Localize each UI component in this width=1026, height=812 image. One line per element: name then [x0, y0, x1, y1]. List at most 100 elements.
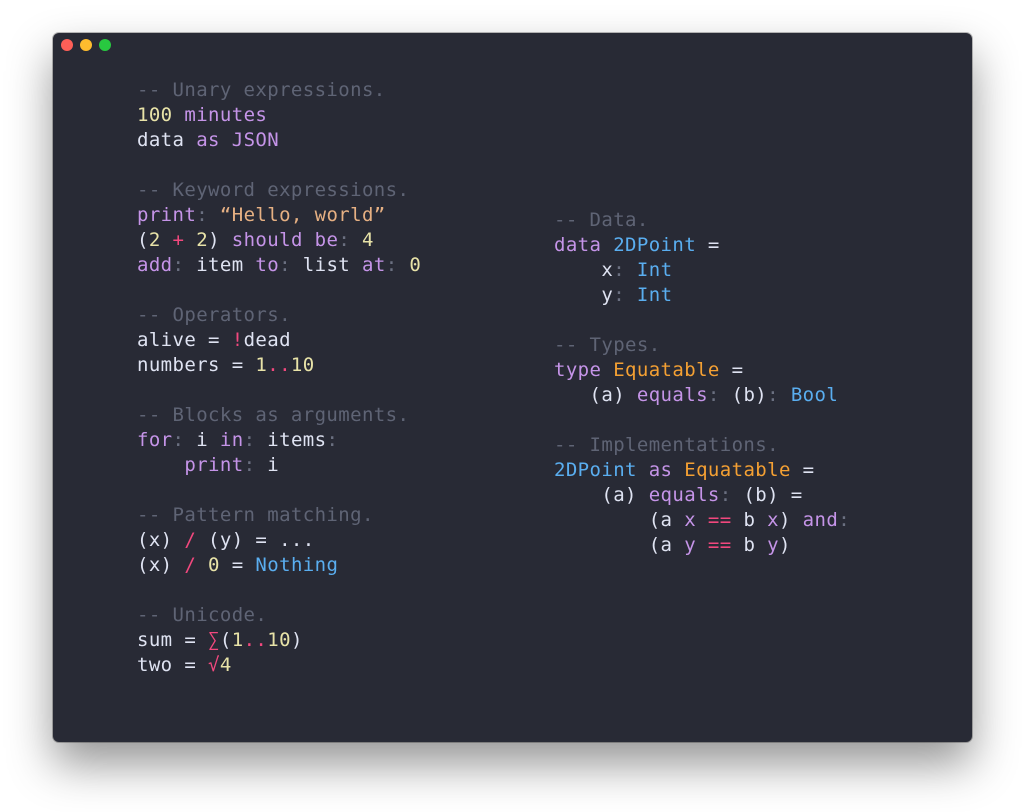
- code-line: (a) equals: (b): Bool: [554, 383, 850, 408]
- code-token-plain: x: [554, 259, 614, 281]
- code-token-type: Bool: [790, 384, 839, 406]
- code-token-plain: (b): [719, 384, 768, 406]
- code-token-keyword: add: [137, 254, 173, 276]
- code-token-comment: -- Implementations.: [554, 434, 779, 456]
- code-token-typedef: Equatable: [684, 459, 791, 481]
- code-token-plain: items: [255, 429, 327, 451]
- code-token-operator: +: [172, 229, 185, 251]
- code-line: -- Types.: [554, 333, 850, 358]
- code-token-operator: ..: [267, 354, 291, 376]
- code-token-plain: (: [137, 229, 149, 251]
- code-token-plain: dead: [243, 329, 291, 351]
- code-token-type: 2DPoint: [613, 234, 697, 256]
- code-token-comment: -- Unicode.: [137, 604, 268, 626]
- code-token-plain: (x): [137, 529, 185, 551]
- code-line: for: i in: items:: [137, 428, 421, 453]
- close-window-button[interactable]: [61, 39, 73, 51]
- code-token-keyword: and: [802, 509, 839, 531]
- code-token-comment: -- Operators.: [137, 304, 291, 326]
- code-line: alive = !dead: [137, 328, 421, 353]
- minimize-window-button[interactable]: [80, 39, 92, 51]
- code-line: (a y == b y): [554, 533, 850, 558]
- code-token-keyword: equals: [648, 484, 720, 506]
- code-line: -- Data.: [554, 208, 850, 233]
- code-line: (x) / (y) = ...: [137, 528, 421, 553]
- code-token-colon: :: [707, 384, 720, 406]
- code-token-colon: :: [172, 254, 185, 276]
- code-token-plain: (a: [554, 534, 685, 556]
- code-line: two = √4: [137, 653, 421, 678]
- code-token-keyword: should be: [231, 229, 339, 251]
- code-line: -- Unicode.: [137, 603, 421, 628]
- code-token-colon: :: [196, 204, 209, 226]
- code-token-keyword: x: [684, 509, 697, 531]
- code-line: 2DPoint as Equatable =: [554, 458, 850, 483]
- code-token-keyword: in: [219, 429, 244, 451]
- code-token-colon: :: [613, 284, 626, 306]
- code-line: -- Pattern matching.: [137, 503, 421, 528]
- code-left-column: -- Unary expressions. 100 minutes data as …: [137, 78, 421, 678]
- code-token-comment: -- Keyword expressions.: [137, 179, 410, 201]
- code-token-plain: =: [790, 459, 815, 481]
- zoom-window-button[interactable]: [99, 39, 111, 51]
- code-token-comment: -- Blocks as arguments.: [137, 404, 410, 426]
- code-token-plain: (: [219, 629, 232, 651]
- code-line: sum = ∑(1..10): [137, 628, 421, 653]
- code-token-comment: -- Unary expressions.: [137, 79, 386, 101]
- code-token-number: 2: [196, 229, 209, 251]
- code-token-string: “Hello, world”: [219, 204, 386, 226]
- code-line: 100 minutes: [137, 103, 421, 128]
- code-line: type Equatable =: [554, 358, 850, 383]
- code-token-number: 4: [219, 654, 232, 676]
- code-token-type: Int: [636, 259, 673, 281]
- code-line: data as JSON: [137, 128, 421, 153]
- code-token-operator: /: [184, 529, 197, 551]
- code-line: (x) / 0 = Nothing: [137, 553, 421, 578]
- code-line: add: item to: list at: 0: [137, 253, 421, 278]
- code-token-plain: (x): [137, 554, 185, 576]
- code-token-plain: (b) =: [731, 484, 803, 506]
- code-line: y: Int: [554, 283, 850, 308]
- code-token-keyword: JSON: [231, 129, 280, 151]
- code-token-plain: list: [290, 254, 362, 276]
- code-token-plain: data: [137, 129, 197, 151]
- code-token-plain: numbers =: [137, 354, 256, 376]
- code-token-plain: (a: [554, 509, 685, 531]
- code-line: -- Implementations.: [554, 433, 850, 458]
- code-token-keyword: minutes: [184, 104, 268, 126]
- code-token-plain: i: [184, 429, 220, 451]
- code-token-comment: -- Data.: [554, 209, 649, 231]
- code-token-plain: y: [554, 284, 614, 306]
- code-token-number: 1: [255, 354, 268, 376]
- code-line: (a) equals: (b) =: [554, 483, 850, 508]
- code-token-colon: :: [326, 429, 339, 451]
- code-token-plain: alive =: [137, 329, 232, 351]
- code-line: data 2DPoint =: [554, 233, 850, 258]
- code-token-keyword: y: [684, 534, 697, 556]
- code-token-keyword: as: [196, 129, 220, 151]
- code-line: -- Operators.: [137, 303, 421, 328]
- code-token-operator: ==: [707, 534, 732, 556]
- code-token-plain: (y) = ...: [196, 529, 315, 551]
- code-token-operator: ==: [707, 509, 732, 531]
- code-token-keyword: type: [554, 359, 602, 381]
- code-token-colon: :: [243, 454, 256, 476]
- code-token-plain: item: [184, 254, 256, 276]
- code-token-plain: ): [778, 534, 791, 556]
- code-token-colon: :: [243, 429, 256, 451]
- code-token-colon: :: [838, 509, 851, 531]
